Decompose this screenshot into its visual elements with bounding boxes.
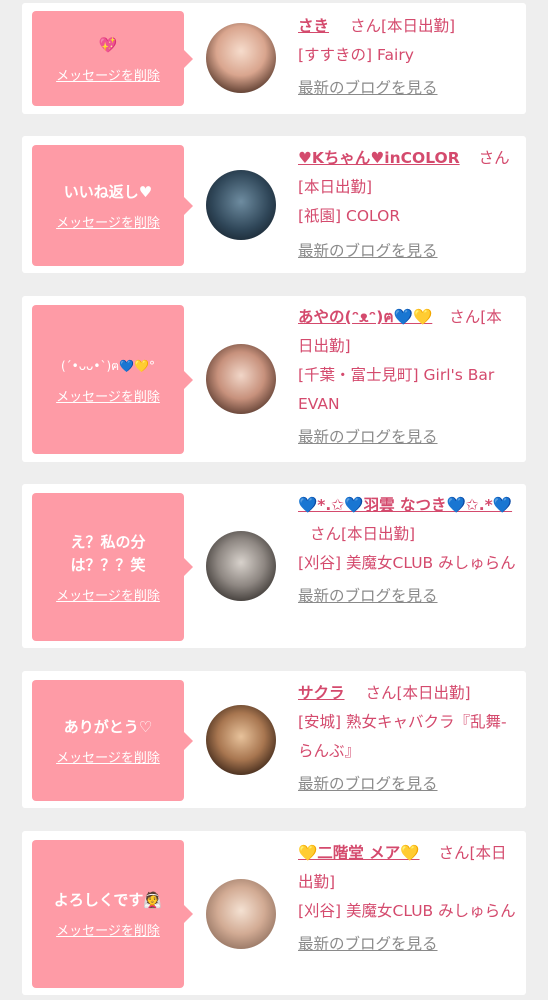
cast-info: さき さん[本日出勤] [すすきの] Fairy 最新のブログを見る (298, 12, 516, 103)
blog-link[interactable]: 最新のブログを見る (298, 237, 516, 266)
blog-link[interactable]: 最新のブログを見る (298, 74, 516, 103)
delete-message-link[interactable]: メッセージを削除 (56, 212, 160, 231)
message-text: ありがとう♡ (63, 717, 153, 736)
message-text: いいね返し♥ (63, 182, 153, 201)
avatar[interactable] (206, 531, 276, 601)
delete-message-link[interactable]: メッセージを削除 (56, 65, 160, 84)
status-text: さん[本日出勤] (310, 525, 416, 543)
shop-text: [千葉・富士見町] Girl's Bar EVAN (298, 366, 495, 413)
message-text: 💖 (98, 35, 118, 54)
avatar[interactable] (206, 879, 276, 949)
shop-text: [祇園] COLOR (298, 207, 401, 225)
message-card: (´•ᴗᴗ•`)ฅ💙💛° メッセージを削除 あやの(ᵔᴥᵔ)ฅ💙💛 さん[本日出… (22, 296, 526, 462)
avatar[interactable] (206, 344, 276, 414)
delete-message-link[interactable]: メッセージを削除 (56, 386, 160, 405)
blog-link[interactable]: 最新のブログを見る (298, 930, 516, 959)
blog-link[interactable]: 最新のブログを見る (298, 770, 516, 799)
shop-text: [刈谷] 美魔女CLUB みしゅらん (298, 902, 516, 920)
message-text: (´•ᴗᴗ•`)ฅ💙💛° (60, 358, 156, 373)
delete-message-link[interactable]: メッセージを削除 (56, 920, 160, 939)
message-bubble: いいね返し♥ メッセージを削除 (32, 145, 193, 266)
message-card: 💖 メッセージを削除 さき さん[本日出勤] [すすきの] Fairy 最新のブ… (22, 3, 526, 114)
shop-text: [すすきの] Fairy (298, 46, 414, 64)
message-text: え？私の分は？？？笑 (70, 532, 146, 574)
cast-info: ♥Kちゃん♥inCOLOR さん[本日出勤] [祇園] COLOR 最新のブログ… (298, 144, 516, 266)
cast-name-link[interactable]: サクラ (298, 684, 345, 702)
cast-name-link[interactable]: さき (298, 17, 329, 35)
cast-info: 💙*.✩💙羽雲 なつき💙✩.*💙 さん[本日出勤] [刈谷] 美魔女CLUB み… (298, 491, 516, 611)
shop-text: [安城] 熟女キャバクラ『乱舞-らんぶ』 (298, 713, 507, 760)
message-card: え？私の分は？？？笑 メッセージを削除 💙*.✩💙羽雲 なつき💙✩.*💙 さん[… (22, 484, 526, 648)
message-text: よろしくです👰 (53, 891, 163, 909)
cast-name-link[interactable]: 💙*.✩💙羽雲 なつき💙✩.*💙 (298, 496, 512, 514)
status-text: さん[本日出勤] (349, 17, 456, 35)
avatar[interactable] (206, 170, 276, 240)
message-list: 💖 メッセージを削除 さき さん[本日出勤] [すすきの] Fairy 最新のブ… (0, 0, 548, 1000)
cast-info: サクラ さん[本日出勤] [安城] 熟女キャバクラ『乱舞-らんぶ』 最新のブログ… (298, 679, 516, 799)
status-text: さん[本日出勤] (365, 684, 471, 702)
avatar[interactable] (206, 23, 276, 93)
message-bubble: 💖 メッセージを削除 (32, 11, 193, 106)
message-bubble: ありがとう♡ メッセージを削除 (32, 680, 193, 801)
message-bubble: え？私の分は？？？笑 メッセージを削除 (32, 493, 193, 641)
blog-link[interactable]: 最新のブログを見る (298, 423, 516, 452)
message-bubble: よろしくです👰 メッセージを削除 (32, 840, 193, 988)
cast-name-link[interactable]: ♥Kちゃん♥inCOLOR (298, 149, 460, 167)
delete-message-link[interactable]: メッセージを削除 (56, 747, 160, 766)
blog-link[interactable]: 最新のブログを見る (298, 582, 516, 611)
cast-name-link[interactable]: あやの(ᵔᴥᵔ)ฅ💙💛 (298, 308, 432, 326)
cast-info: あやの(ᵔᴥᵔ)ฅ💙💛 さん[本日出勤] [千葉・富士見町] Girl's Ba… (298, 303, 516, 452)
cast-name-link[interactable]: 💛二階堂 メア💛 (298, 844, 420, 862)
message-card: よろしくです👰 メッセージを削除 💛二階堂 メア💛 さん[本日出勤] [刈谷] … (22, 831, 526, 995)
message-card: いいね返し♥ メッセージを削除 ♥Kちゃん♥inCOLOR さん[本日出勤] [… (22, 136, 526, 273)
message-card: ありがとう♡ メッセージを削除 サクラ さん[本日出勤] [安城] 熟女キャバク… (22, 671, 526, 808)
message-bubble: (´•ᴗᴗ•`)ฅ💙💛° メッセージを削除 (32, 305, 193, 454)
avatar[interactable] (206, 705, 276, 775)
cast-info: 💛二階堂 メア💛 さん[本日出勤] [刈谷] 美魔女CLUB みしゅらん 最新の… (298, 839, 516, 959)
delete-message-link[interactable]: メッセージを削除 (56, 585, 160, 604)
shop-text: [刈谷] 美魔女CLUB みしゅらん (298, 554, 516, 572)
